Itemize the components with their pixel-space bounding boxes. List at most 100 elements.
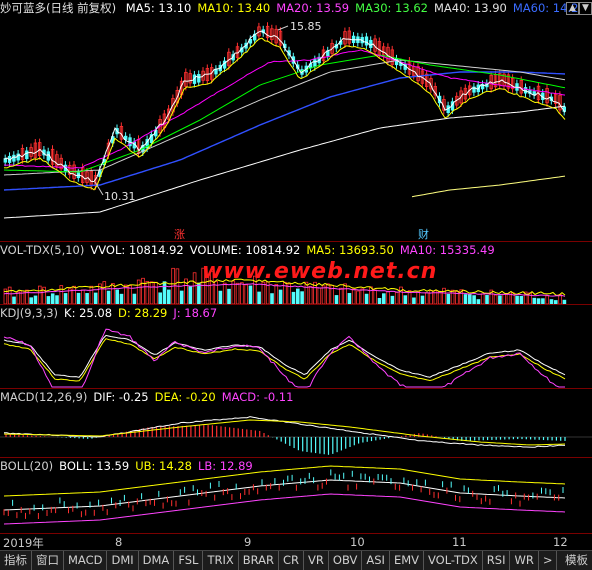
tab-8[interactable]: CR	[279, 551, 305, 570]
kdj-label: K: 25.08	[64, 306, 113, 320]
macd-dea-line	[3, 419, 566, 446]
volume-bar	[424, 292, 429, 304]
tab-14[interactable]: RSI	[483, 551, 511, 570]
indicator-tab-bar: 指标 窗口 MACD DMI DMA FSL TRIX BRAR CR VR OBV ASI EMV VO…	[0, 550, 592, 570]
event-marker-zhang[interactable]: 涨	[174, 226, 185, 241]
volume-bar	[347, 293, 352, 304]
tab-5[interactable]: FSL	[174, 551, 204, 570]
kdj-pane[interactable]: KDJ(9,3,3) K: 25.08 D: 28.29 J: 18.67	[0, 305, 592, 388]
scroll-down-button[interactable]: ▼	[579, 2, 592, 15]
boll-header: BOLL(20) BOLL: 13.59 UB: 14.28 LB: 12.89	[0, 458, 259, 474]
volume-bar	[545, 295, 549, 304]
price-header: 妙可蓝多(日线 前复权) MA5: 13.10 MA10: 13.40 MA20: …	[0, 0, 584, 16]
tab-11[interactable]: ASI	[362, 551, 390, 570]
price-candle	[369, 39, 373, 48]
volume-bar	[46, 296, 51, 304]
volume-bar	[59, 285, 64, 304]
volume-bar	[437, 291, 442, 304]
tab-16[interactable]: >	[539, 551, 558, 570]
volume-bar	[493, 294, 498, 304]
volume-label: VOL-TDX(5,10)	[0, 243, 85, 257]
volume-bar	[227, 288, 231, 304]
tab-15[interactable]: WR	[510, 551, 539, 570]
volume-bar	[326, 283, 330, 304]
tab-13[interactable]: VOL-TDX	[424, 551, 483, 570]
high-pointer	[277, 25, 289, 31]
volume-bar	[399, 286, 403, 304]
price-candle	[12, 154, 16, 162]
kdj-label: D: 28.29	[118, 306, 168, 320]
price-candle	[364, 36, 369, 46]
volume-bar	[141, 277, 145, 304]
volume-bar	[145, 281, 150, 304]
boll-pane[interactable]: BOLL(20) BOLL: 13.59 UB: 14.28 LB: 12.89	[0, 458, 592, 533]
volume-bar	[33, 295, 38, 304]
macd-pane[interactable]: MACD(12,26,9) DIF: -0.25 DEA: -0.20 MACD: -…	[0, 389, 592, 457]
tab-9[interactable]: VR	[304, 551, 329, 570]
boll-mid-line	[3, 479, 566, 511]
tab-17[interactable]: 模板	[561, 551, 592, 570]
volume-bar	[197, 282, 201, 304]
volume-bar	[261, 281, 266, 304]
volume-bar	[136, 279, 141, 304]
volume-bar	[356, 290, 360, 304]
volume-bar	[119, 293, 124, 304]
volume-bar	[89, 285, 94, 304]
ma-label: MA40: 13.90	[433, 1, 507, 15]
volume-pane[interactable]: VOL-TDX(5,10) VVOL: 10814.92 VOLUME: 10814…	[0, 242, 592, 304]
volume-bar	[85, 293, 89, 304]
volume-bar	[291, 291, 296, 304]
tab-4[interactable]: DMA	[139, 551, 175, 570]
volume-bar	[149, 281, 154, 304]
volume-bar	[162, 281, 167, 304]
volume-bar	[158, 292, 163, 304]
volume-bar	[93, 292, 98, 304]
volume-bar	[442, 287, 446, 304]
price-chart	[3, 22, 566, 219]
volume-bar	[416, 290, 420, 304]
volume-bar	[63, 293, 68, 304]
kdj-k-line	[3, 334, 566, 378]
volume-bar	[420, 295, 425, 304]
volume-bar	[295, 288, 300, 304]
macd-header: MACD(12,26,9) DIF: -0.25 DEA: -0.20 MACD: -…	[0, 389, 299, 405]
volume-bar	[446, 293, 451, 304]
volume-bar	[463, 294, 468, 304]
time-label: 11	[452, 535, 467, 549]
volume-bar	[364, 293, 369, 304]
volume-bar	[72, 285, 77, 304]
tab-10[interactable]: OBV	[329, 551, 363, 570]
time-label: 8	[115, 535, 123, 549]
volume-bar	[403, 295, 408, 304]
volume-bar	[81, 289, 85, 304]
tab-7[interactable]: BRAR	[239, 551, 280, 570]
volume-bar	[7, 286, 12, 304]
scroll-up-button[interactable]: ▲	[566, 2, 579, 15]
event-marker-cai[interactable]: 财	[418, 226, 429, 241]
volume-bar	[102, 281, 107, 304]
ma-label: MA10: 13.40	[197, 1, 271, 15]
time-label: 10	[350, 535, 365, 549]
volume-bar	[166, 289, 171, 304]
tab-3[interactable]: DMI	[107, 551, 139, 570]
price-pane[interactable]: 妙可蓝多(日线 前复权) MA5: 13.10 MA10: 13.40 MA20: …	[0, 0, 592, 241]
kdj-label: KDJ(9,3,3)	[0, 306, 59, 320]
volume-bar	[373, 289, 377, 304]
volume-bar	[338, 287, 343, 304]
volume-bar	[381, 293, 386, 304]
tab-2[interactable]: MACD	[64, 551, 108, 570]
price-candle	[25, 150, 29, 160]
kdj-j-line	[3, 328, 565, 388]
tab-12[interactable]: EMV	[390, 551, 424, 570]
time-label: 12	[553, 535, 568, 549]
price-candle	[313, 59, 317, 68]
tab-1[interactable]: 窗口	[32, 551, 64, 570]
volume-bar	[351, 288, 356, 304]
long-term-ma-line	[3, 105, 566, 219]
tab-0[interactable]: 指标	[0, 551, 32, 570]
volume-bar	[472, 295, 476, 304]
volume-label: VVOL: 10814.92	[90, 243, 184, 257]
tab-6[interactable]: TRIX	[203, 551, 239, 570]
volume-bar	[154, 281, 158, 304]
volume-bar	[244, 284, 249, 304]
